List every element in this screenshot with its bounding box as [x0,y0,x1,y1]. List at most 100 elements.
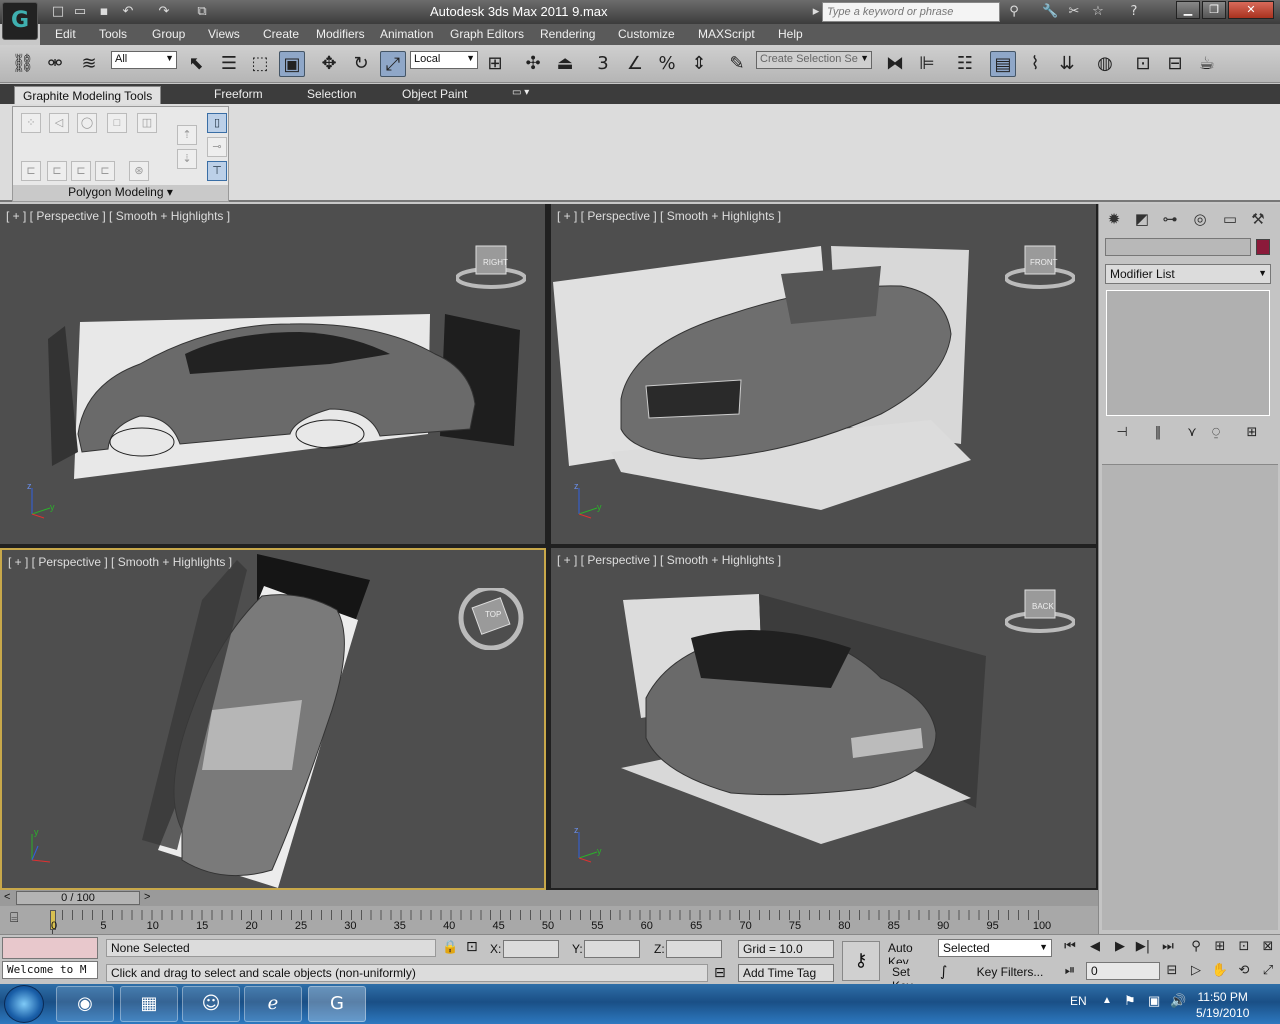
mini-curve-editor-icon[interactable]: ⌸ [10,910,32,930]
select-by-name-icon[interactable]: ☰ [216,51,242,77]
maximize-viewport-icon[interactable]: ⤢ [1258,961,1278,981]
default-tangents-icon[interactable]: ∫ [940,964,947,980]
select-object-icon[interactable]: ⬉ [183,51,209,77]
orbit-icon[interactable]: ⟲ [1234,961,1254,981]
angle-snap-icon[interactable]: ∠ [622,51,648,77]
snaps-toggle-icon[interactable]: 3 [590,51,616,77]
tab-graphite-modeling-tools[interactable]: Graphite Modeling Tools [14,86,162,104]
maximize-button[interactable]: ❐ [1202,1,1226,19]
next-frame-icon[interactable]: ▶| [1133,937,1153,957]
redo-icon[interactable]: ↷ [156,4,172,20]
key-mode-toggle-icon[interactable]: ⏯ [1060,961,1080,981]
render-teapot-icon[interactable]: ☕ [1194,51,1220,77]
language-indicator[interactable]: EN [1070,994,1087,1008]
named-selection-dropdown[interactable]: Create Selection Se ▼ [756,51,872,69]
absolute-mode-icon[interactable]: ⊡ [466,939,478,955]
firefox-icon[interactable]: ◉ [56,986,114,1022]
key-filters-button[interactable]: Key Filters... [968,964,1052,982]
x-coordinate-field[interactable] [503,940,559,958]
motion-tab-icon[interactable]: ◎ [1189,210,1211,230]
binoculars-icon[interactable]: ⚲ [1006,4,1022,20]
chevron-left-icon[interactable]: < [4,891,10,903]
spinner-snap-icon[interactable]: ⇕ [686,51,712,77]
show-hidden-icons-icon[interactable]: ▲ [1102,995,1112,1006]
set-key-button[interactable]: Set Key [888,964,934,993]
quickslice-icon[interactable]: ⊛ [129,161,149,181]
pin-stack-icon[interactable]: ⊣ [1113,425,1131,443]
viewcube[interactable]: TOP [456,585,526,651]
help-icon[interactable]: ? [1126,4,1142,20]
tab-object-paint[interactable]: Object Paint [402,87,467,101]
start-button[interactable] [4,985,44,1023]
use-stack-toggle-icon[interactable]: ▯ [207,113,227,133]
rectangular-selection-icon[interactable]: ⬚ [247,51,273,77]
close-button[interactable]: ✕ [1228,1,1274,19]
modifier-stack[interactable] [1106,290,1270,416]
messenger-icon[interactable]: ☺ [182,986,240,1022]
viewport-bottom-left[interactable]: [ + ] [ Perspective ] [ Smooth + Highlig… [0,548,546,890]
graphite-toggle-icon[interactable]: ▤ [990,51,1016,77]
go-to-end-icon[interactable]: ⏭ [1158,937,1178,957]
configure-modifier-sets-icon[interactable]: ⊞ [1243,425,1261,443]
save-icon[interactable]: ▪ [96,4,112,20]
time-configuration-icon[interactable]: ⊟ [1162,961,1182,981]
viewcube[interactable]: BACK [1004,588,1076,638]
zoom-extents-all-icon[interactable]: ⊠ [1258,937,1278,957]
previous-modifier-icon[interactable]: ⊏ [95,161,115,181]
menu-animation[interactable]: Animation [380,27,433,41]
polygon-modeling-label[interactable]: Polygon Modeling ▾ [13,185,228,201]
reference-coordinate-dropdown[interactable]: Local ▼ [410,51,478,69]
object-name-field[interactable] [1105,238,1251,256]
viewport-top-right[interactable]: [ + ] [ Perspective ] [ Smooth + Highlig… [551,204,1096,544]
modify-tab-icon[interactable]: ◩ [1131,210,1153,230]
render-setup-icon[interactable]: ⊡ [1130,51,1156,77]
menu-rendering[interactable]: Rendering [540,27,595,41]
display-tab-icon[interactable]: ▭ [1219,210,1241,230]
object-color-swatch[interactable] [1256,239,1270,255]
maxscript-input[interactable]: Welcome to M [2,961,98,979]
menu-edit[interactable]: Edit [55,27,76,41]
edit-named-selection-icon[interactable]: ✎ [724,51,750,77]
new-file-icon[interactable]: □ [50,4,66,20]
keyboard-shortcut-override-icon[interactable]: ⏏ [552,51,578,77]
project-folder-icon[interactable]: ⧉ [194,4,210,20]
tab-selection[interactable]: Selection [307,87,356,101]
menu-create[interactable]: Create [263,27,299,41]
percent-snap-icon[interactable]: % [654,51,680,77]
time-slider[interactable]: < 0 / 100 > [0,890,1098,906]
z-coordinate-field[interactable] [666,940,722,958]
internet-explorer-icon[interactable]: ℯ [244,986,302,1022]
volume-icon[interactable]: 🔊 [1170,993,1186,1009]
menu-group[interactable]: Group [152,27,185,41]
zoom-icon[interactable]: ⚲ [1186,937,1206,957]
border-icon[interactable]: ◯ [77,113,97,133]
select-and-manipulate-icon[interactable]: ✣ [520,51,546,77]
subscription-icon[interactable]: 🔧 [1042,4,1058,20]
collapse-stack-icon[interactable]: ⊏ [47,161,67,181]
select-and-move-icon[interactable]: ✥ [316,51,342,77]
menu-graph-editors[interactable]: Graph Editors [450,27,524,41]
rendered-frame-icon[interactable]: ⊟ [1162,51,1188,77]
modify-mode-up-icon[interactable]: ⇡ [177,125,197,145]
material-editor-icon[interactable]: ◍ [1092,51,1118,77]
menu-help[interactable]: Help [778,27,803,41]
unlink-icon[interactable]: ⚮ [42,51,68,77]
chevron-right-icon[interactable]: > [144,891,150,903]
selection-filter-dropdown[interactable]: All ▼ [111,51,177,69]
select-and-rotate-icon[interactable]: ↻ [348,51,374,77]
element-icon[interactable]: ◫ [137,113,157,133]
key-icon[interactable]: ⚷ [842,941,880,981]
make-unique-icon[interactable]: ⋎ [1183,425,1201,443]
system-clock[interactable]: 11:50 PM 5/19/2010 [1196,989,1249,1021]
mirror-icon[interactable]: ⧓ [882,51,908,77]
remove-modifier-icon[interactable]: ⍜ [1207,425,1225,443]
maxscript-listener[interactable] [2,937,98,959]
select-and-link-icon[interactable]: ⛓ [10,51,36,77]
viewcube[interactable]: FRONT [1004,244,1076,294]
hierarchy-tab-icon[interactable]: ⊶ [1159,210,1181,230]
edge-icon[interactable]: ◁ [49,113,69,133]
viewport-top-left[interactable]: [ + ] [ Perspective ] [ Smooth + Highlig… [0,204,545,544]
current-frame-field[interactable]: 0 [1086,962,1160,980]
show-end-result-icon[interactable]: ⊸ [207,137,227,157]
menu-maxscript[interactable]: MAXScript [698,27,755,41]
